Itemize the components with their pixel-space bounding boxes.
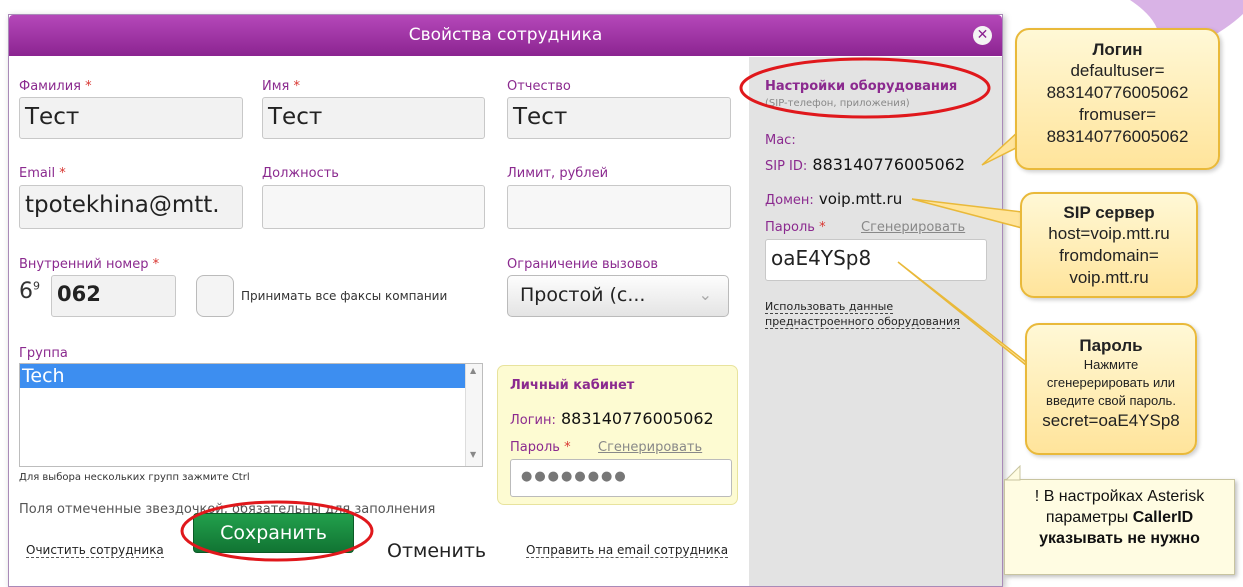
password-callout: Пароль Нажмите сгенерерировать или введи… bbox=[1025, 323, 1197, 455]
hardware-title[interactable]: Настройки оборудования bbox=[765, 79, 957, 94]
preset-equipment-link[interactable]: Использовать данные преднастроенного обо… bbox=[765, 299, 960, 329]
dialog-title: Свойства сотрудника bbox=[408, 25, 603, 45]
scroll-up-icon[interactable]: ▲ bbox=[470, 366, 476, 375]
middlename-label: Отчество bbox=[507, 79, 571, 94]
extension-label: Внутренний номер * bbox=[19, 257, 160, 272]
cabinet-password-input[interactable]: ●●●●●●●● bbox=[510, 459, 732, 497]
lastname-input[interactable]: Тест bbox=[19, 97, 243, 139]
dialog-titlebar: Свойства сотрудника ✕ bbox=[9, 15, 1002, 56]
cancel-link[interactable]: Отменить bbox=[387, 540, 486, 562]
email-label: Email * bbox=[19, 166, 66, 181]
group-label: Группа bbox=[19, 346, 68, 361]
hw-password-label: Пароль * bbox=[765, 220, 826, 235]
sip-id: SIP ID: 883140776005062 bbox=[765, 155, 966, 174]
call-restriction-value: Простой (с... bbox=[520, 284, 646, 306]
domain: Домен: voip.mtt.ru bbox=[765, 190, 903, 208]
cabinet-login: Логин: 883140776005062 bbox=[510, 409, 714, 428]
middlename-input[interactable]: Тест bbox=[507, 97, 731, 139]
group-scrollbar[interactable]: ▲ ▼ bbox=[465, 364, 482, 466]
cabinet-password-label: Пароль * bbox=[510, 440, 571, 455]
hardware-subtitle: (SIP-телефон, приложения) bbox=[765, 98, 910, 109]
hw-generate-link[interactable]: Сгенерировать bbox=[861, 220, 965, 235]
cabinet-generate-link[interactable]: Сгенерировать bbox=[598, 440, 702, 455]
call-restriction-label: Ограничение вызовов bbox=[507, 257, 659, 272]
sip-server-callout: SIP сервер host=voip.mtt.ru fromdomain= … bbox=[1020, 192, 1198, 298]
firstname-label: Имя * bbox=[262, 79, 300, 94]
firstname-input[interactable]: Тест bbox=[262, 97, 485, 139]
cabinet-title: Личный кабинет bbox=[510, 378, 635, 393]
extension-prefix: 69 bbox=[19, 279, 40, 304]
group-hint: Для выбора нескольких групп зажмите Ctrl bbox=[19, 472, 250, 483]
close-icon[interactable]: ✕ bbox=[973, 26, 992, 45]
asterisk-note: ! В настройках Asterisk параметры Caller… bbox=[1004, 479, 1235, 575]
fax-label: Принимать все факсы компании bbox=[241, 289, 448, 303]
hardware-settings-panel: Настройки оборудования (SIP-телефон, при… bbox=[749, 57, 1002, 586]
login-callout: Логин defaultuser= 883140776005062 fromu… bbox=[1015, 28, 1220, 170]
email-input[interactable]: tpotekhina@mtt. bbox=[19, 185, 243, 229]
group-listbox[interactable]: Tech ▲ ▼ bbox=[19, 363, 483, 467]
employee-properties-dialog: Свойства сотрудника ✕ Фамилия * Тест Имя… bbox=[8, 14, 1003, 587]
scroll-down-icon[interactable]: ▼ bbox=[470, 450, 476, 459]
mac-label: Mac: bbox=[765, 133, 796, 148]
lastname-label: Фамилия * bbox=[19, 79, 92, 94]
call-restriction-select[interactable]: Простой (с... ⌄ bbox=[507, 275, 729, 317]
save-button[interactable]: Сохранить bbox=[193, 513, 354, 553]
note-fold-icon bbox=[1004, 465, 1021, 481]
chevron-down-icon: ⌄ bbox=[698, 285, 712, 304]
hw-password-input[interactable]: oaE4YSp8 bbox=[765, 239, 987, 281]
limit-input[interactable] bbox=[507, 185, 731, 229]
group-option-selected[interactable]: Tech bbox=[20, 364, 466, 388]
extension-input[interactable]: 062 bbox=[51, 275, 176, 317]
position-input[interactable] bbox=[262, 185, 485, 229]
fax-checkbox[interactable] bbox=[196, 275, 234, 317]
position-label: Должность bbox=[262, 166, 339, 181]
send-email-link[interactable]: Отправить на email сотрудника bbox=[526, 543, 729, 558]
personal-cabinet-box: Личный кабинет Логин: 883140776005062 Па… bbox=[497, 365, 738, 505]
clear-employee-link[interactable]: Очистить сотрудника bbox=[26, 543, 164, 558]
limit-label: Лимит, рублей bbox=[507, 166, 609, 181]
